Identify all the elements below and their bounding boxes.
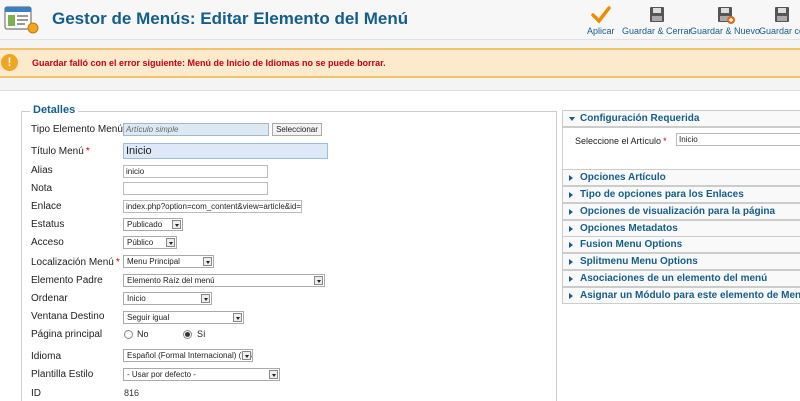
collapsed-triangle-icon [569, 293, 573, 299]
chevron-down-icon [233, 313, 242, 322]
id-value: 816 [124, 388, 140, 398]
expanded-triangle-icon [569, 117, 575, 121]
chevron-down-icon [242, 351, 251, 360]
save-close-label: Guardar & Cerrar [622, 26, 692, 36]
required-config-header[interactable]: Configuración Requerida [562, 110, 800, 127]
section-article-options[interactable]: Opciones Artículo [562, 169, 800, 186]
collapsed-triangle-icon [569, 242, 573, 248]
save-new-label: Guardar & Nuevo [690, 26, 761, 36]
section-module-assignment[interactable]: Asignar un Módulo para este elemento de … [562, 287, 800, 304]
save-copy-label: Guardar co [759, 26, 800, 36]
home-page-label: Página principal [31, 329, 103, 340]
menu-title-label: Título Menú * [31, 146, 90, 157]
chevron-down-icon [166, 238, 175, 247]
status-label: Estatus [31, 219, 65, 230]
section-splitmenu-options[interactable]: Splitmenu Menu Options [562, 253, 800, 270]
ordering-value: Inicio [127, 294, 146, 303]
language-select[interactable]: Español (Formal Internacional) (ES) [123, 349, 253, 362]
collapsed-triangle-icon [569, 175, 573, 181]
chevron-down-icon [201, 294, 210, 303]
template-style-value: - Usar por defecto - [127, 370, 196, 379]
access-label: Acceso [31, 237, 64, 248]
collapsed-triangle-icon [569, 259, 573, 265]
note-label: Nota [31, 183, 53, 194]
alias-label: Alias [31, 165, 53, 176]
collapsed-triangle-icon [569, 276, 573, 282]
target-window-label: Ventana Destino [31, 311, 105, 322]
link-label: Enlace [31, 201, 62, 212]
chevron-down-icon [203, 257, 212, 266]
error-message-text: Guardar falló con el error siguiente: Me… [32, 58, 386, 68]
status-select[interactable]: Publicado [123, 218, 183, 231]
parent-item-select[interactable]: Elemento Raíz del menú [123, 274, 325, 287]
note-input[interactable] [123, 182, 268, 195]
link-input[interactable]: index.php?option=com_content&view=articl… [123, 200, 302, 213]
save-new-icon [718, 7, 736, 24]
collapsed-triangle-icon [569, 226, 573, 232]
collapsed-triangle-icon [569, 209, 573, 215]
warning-icon: ! [1, 54, 18, 71]
save-copy-button[interactable]: Guardar co [759, 6, 800, 36]
chevron-down-icon [314, 276, 323, 285]
menu-title-input[interactable]: Inicio [123, 143, 328, 159]
section-metadata-options[interactable]: Opciones Metadatos [562, 220, 800, 237]
menu-location-value: Menu Principal [127, 257, 180, 266]
home-yes-radio[interactable] [183, 330, 192, 339]
section-associations[interactable]: Asociaciones de un elemento del menú [562, 270, 800, 287]
page-header: Gestor de Menús: Editar Elemento del Men… [0, 0, 800, 40]
error-message-bar: ! Guardar falló con el error siguiente: … [0, 48, 800, 78]
article-input[interactable]: Inicio [676, 133, 800, 146]
target-window-select[interactable]: Seguir igual [123, 311, 244, 324]
checkmark-icon [591, 6, 611, 24]
id-label: ID [31, 388, 41, 399]
ordering-label: Ordenar [31, 293, 68, 304]
home-yes-label: Sí [197, 329, 206, 339]
access-select[interactable]: Público [123, 236, 177, 249]
select-type-button[interactable]: Seleccionar [272, 123, 322, 136]
template-style-select[interactable]: - Usar por defecto - [123, 368, 280, 381]
menu-item-type-field: Artículo simple [123, 123, 269, 136]
chevron-down-icon [269, 370, 278, 379]
ordering-select[interactable]: Inicio [123, 292, 212, 305]
details-legend: Detalles [30, 104, 79, 116]
template-style-label: Plantilla Estilo [31, 369, 94, 380]
collapsed-triangle-icon [569, 192, 573, 198]
home-no-radio[interactable] [124, 330, 133, 339]
save-copy-icon [774, 7, 789, 22]
status-value: Publicado [127, 220, 163, 229]
menu-item-type-label: Tipo Elemento Menú* [31, 124, 129, 135]
access-value: Público [127, 238, 154, 247]
save-icon [649, 7, 664, 22]
save-new-button[interactable]: Guardar & Nuevo [690, 6, 760, 36]
menu-location-select[interactable]: Menu Principal [123, 255, 214, 268]
section-page-display-options[interactable]: Opciones de visualización para la página [562, 203, 800, 220]
parent-item-label: Elemento Padre [31, 275, 103, 286]
page-title: Gestor de Menús: Editar Elemento del Men… [52, 9, 409, 28]
language-value: Español (Formal Internacional) (ES) [127, 351, 253, 360]
alias-input[interactable]: inicio [123, 165, 268, 178]
select-article-label: Seleccione el Artículo * [575, 136, 667, 146]
menu-location-label: Localización Menú * [31, 257, 120, 268]
apply-button[interactable]: Aplicar [587, 6, 615, 36]
apply-label: Aplicar [587, 26, 615, 36]
parent-item-value: Elemento Raíz del menú [127, 276, 215, 285]
menu-manager-logo-icon [4, 6, 39, 34]
section-link-type-options[interactable]: Tipo de opciones para los Enlaces [562, 186, 800, 203]
section-fusion-menu-options[interactable]: Fusion Menu Options [562, 236, 800, 253]
chevron-down-icon [172, 220, 181, 229]
target-window-value: Seguir igual [127, 313, 170, 322]
required-config-panel: Seleccione el Artículo * Inicio [562, 127, 800, 171]
save-close-button[interactable]: Guardar & Cerrar [622, 6, 692, 36]
language-label: Idioma [31, 351, 62, 362]
home-no-label: No [137, 329, 149, 339]
